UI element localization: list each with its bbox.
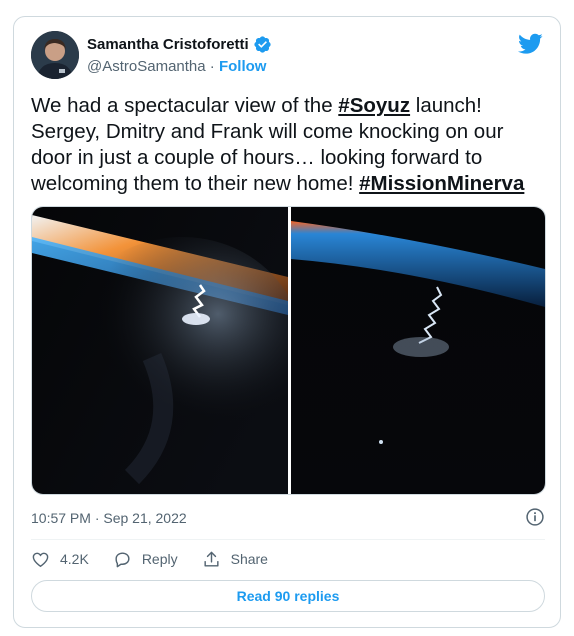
tweet-text: We had a spectacular view of the #Soyuz … xyxy=(31,93,546,197)
media-grid xyxy=(31,206,546,495)
reply-icon xyxy=(115,551,130,567)
hashtag-soyuz[interactable]: #Soyuz xyxy=(338,94,410,117)
tweet-card: Samantha Cristoforetti @AstroSamantha · … xyxy=(13,16,561,628)
action-bar: 4.2K Reply Share xyxy=(31,548,292,570)
read-replies-button[interactable]: Read 90 replies xyxy=(31,580,545,612)
info-icon[interactable] xyxy=(525,507,545,527)
author-name[interactable]: Samantha Cristoforetti xyxy=(87,36,249,53)
twitter-bird-icon[interactable] xyxy=(518,33,543,55)
tweet-timestamp[interactable]: 10:57 PM · Sep 21, 2022 xyxy=(31,510,187,526)
avatar[interactable] xyxy=(31,31,79,79)
follow-link[interactable]: Follow xyxy=(219,58,267,75)
share-label: Share xyxy=(230,551,268,567)
hashtag-missionminerva[interactable]: #MissionMinerva xyxy=(359,172,524,195)
launch-photo-right[interactable] xyxy=(291,207,545,495)
reply-button[interactable]: Reply xyxy=(113,550,178,569)
share-icon xyxy=(204,551,219,567)
author-handle[interactable]: @AstroSamantha xyxy=(87,58,206,75)
launch-photo-left[interactable] xyxy=(32,207,288,495)
like-button[interactable]: 4.2K xyxy=(31,550,89,569)
like-count: 4.2K xyxy=(60,551,89,567)
tweet-text-part1: We had a spectacular view of the xyxy=(31,94,339,117)
divider xyxy=(31,539,545,540)
verified-badge-icon xyxy=(254,36,271,53)
handle-row: @AstroSamantha · Follow xyxy=(87,58,266,75)
heart-icon xyxy=(32,552,49,567)
share-button[interactable]: Share xyxy=(202,550,268,569)
reply-label: Reply xyxy=(141,551,178,567)
separator-dot: · xyxy=(209,58,215,75)
